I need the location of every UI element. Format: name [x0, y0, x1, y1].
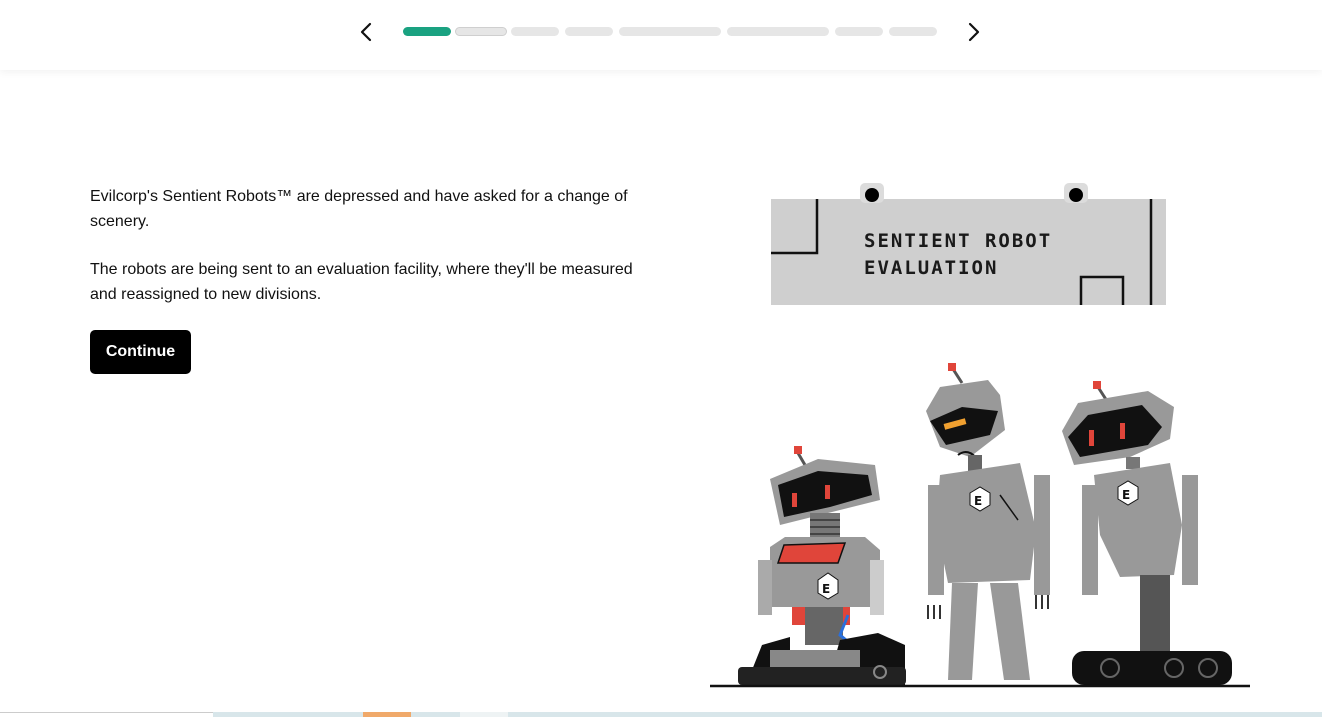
progress-segment[interactable]: [565, 27, 613, 36]
progress-segment[interactable]: [727, 27, 829, 36]
robot-tall-standing: E: [926, 363, 1050, 680]
sentient-robot-evaluation-sign: SENTIENT ROBOT EVALUATION: [771, 183, 1166, 305]
bottom-strip-segment: [0, 712, 213, 717]
robot-pole-tracked: E: [1062, 381, 1232, 685]
intro-text: Evilcorp's Sentient Robots™ are depresse…: [90, 184, 650, 330]
bottom-strip: [0, 712, 1322, 717]
top-navigation-bar: [0, 0, 1322, 70]
intro-paragraph: Evilcorp's Sentient Robots™ are depresse…: [90, 188, 628, 230]
continue-button[interactable]: Continue: [90, 330, 191, 374]
illustration-canvas: SENTIENT ROBOT EVALUATION E E E: [710, 183, 1250, 688]
bottom-strip-segment: [363, 712, 411, 717]
chevron-right-icon: [968, 22, 980, 42]
progress-segment[interactable]: [511, 27, 559, 36]
intro-paragraph: The robots are being sent to an evaluati…: [90, 261, 633, 303]
previous-button[interactable]: [352, 18, 380, 46]
sign-line-1: SENTIENT ROBOT: [864, 230, 1052, 252]
robot-badge-letter: E: [974, 494, 982, 508]
progress-segment[interactable]: [455, 27, 507, 36]
progress-segment[interactable]: [835, 27, 883, 36]
progress-segment[interactable]: [619, 27, 721, 36]
robot-badge-letter: E: [1122, 488, 1130, 502]
robot-small-tracked: E: [738, 446, 906, 685]
next-button[interactable]: [960, 18, 988, 46]
robot-evaluation-illustration: SENTIENT ROBOT EVALUATION E E E: [700, 175, 1260, 695]
progress-segment[interactable]: [403, 27, 451, 36]
bottom-strip-segment: [460, 712, 508, 717]
progress-segment[interactable]: [889, 27, 937, 36]
sign-line-2: EVALUATION: [864, 257, 998, 279]
chevron-left-icon: [360, 22, 372, 42]
robot-badge-letter: E: [822, 582, 830, 596]
